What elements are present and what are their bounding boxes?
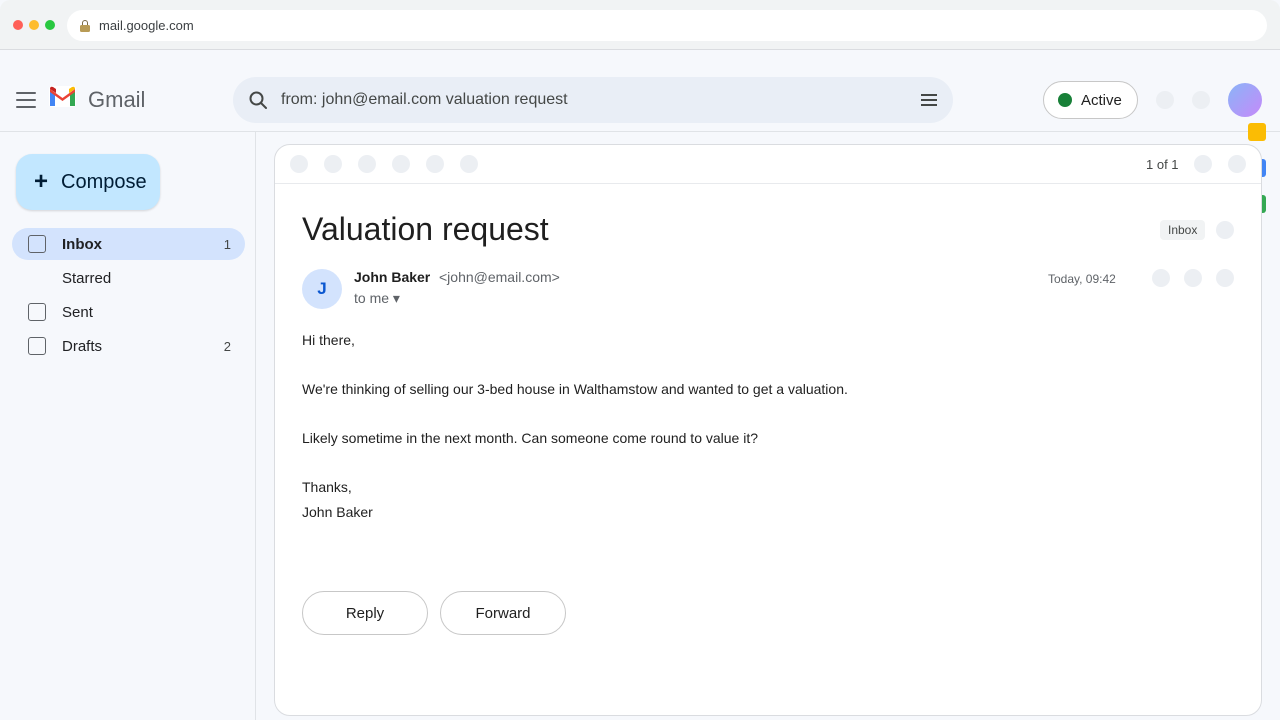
sidebar-item-label: Sent	[62, 304, 93, 321]
account-avatar[interactable]	[1228, 83, 1262, 117]
app-header: Gmail from: john@email.com valuation req…	[0, 68, 1280, 132]
recipient-details[interactable]: to me ▾	[354, 290, 400, 307]
compose-button[interactable]: + Compose	[16, 154, 160, 210]
gmail-logo-icon	[49, 86, 76, 107]
report-spam-icon[interactable]	[358, 155, 376, 173]
older-icon[interactable]	[1228, 155, 1246, 173]
sidebar-item-label: Inbox	[62, 236, 102, 253]
star-icon[interactable]	[1152, 269, 1170, 287]
settings-icon[interactable]	[1192, 91, 1210, 109]
email-body-line: We're thinking of selling our 3-bed hous…	[302, 381, 848, 397]
drafts-count: 2	[223, 339, 231, 354]
search-input[interactable]: from: john@email.com valuation request	[281, 91, 568, 109]
keep-icon[interactable]	[1248, 123, 1266, 141]
reply-icon[interactable]	[1184, 269, 1202, 287]
url-text: mail.google.com	[99, 18, 194, 33]
support-icon[interactable]	[1156, 91, 1174, 109]
address-bar[interactable]: mail.google.com	[67, 10, 1267, 41]
search-bar[interactable]: from: john@email.com valuation request	[233, 77, 953, 123]
sender-email: <john@email.com>	[439, 269, 560, 285]
delete-icon[interactable]	[392, 155, 410, 173]
search-icon[interactable]	[249, 91, 267, 109]
email-body-line: Likely sometime in the next month. Can s…	[302, 430, 759, 446]
print-icon[interactable]	[1216, 221, 1234, 239]
sent-checkbox-icon[interactable]	[28, 303, 46, 321]
sender-name: John Baker	[354, 269, 431, 285]
sidebar: + Compose Inbox 1 Starred Sent Drafts 2	[0, 132, 256, 720]
mark-unread-icon[interactable]	[426, 155, 444, 173]
lock-icon	[80, 19, 90, 32]
email-subject: Valuation request	[302, 211, 549, 247]
plus-icon: +	[34, 168, 49, 195]
sidebar-item-label: Drafts	[62, 338, 103, 355]
email-body-line: John Baker	[302, 504, 373, 520]
status-label: Active	[1081, 91, 1122, 109]
status-dot-icon	[1058, 93, 1072, 107]
more-options-icon[interactable]	[460, 155, 478, 173]
inbox-checkbox-icon[interactable]	[28, 235, 46, 253]
reply-button[interactable]: Reply	[302, 591, 428, 635]
email-toolbar: 1 of 1	[275, 145, 1261, 184]
sidebar-item-drafts[interactable]: Drafts 2	[12, 330, 245, 362]
back-icon[interactable]	[290, 155, 308, 173]
close-window-button[interactable]	[13, 20, 23, 30]
search-options-icon[interactable]	[921, 94, 937, 106]
email-timestamp: Today, 09:42	[1048, 272, 1116, 286]
compose-label: Compose	[61, 170, 147, 193]
sidebar-item-sent[interactable]: Sent	[12, 296, 245, 328]
maximize-window-button[interactable]	[45, 20, 55, 30]
drafts-checkbox-icon[interactable]	[28, 337, 46, 355]
email-body-line: Thanks,	[302, 479, 352, 495]
message-more-icon[interactable]	[1216, 269, 1234, 287]
email-view: 1 of 1 Valuation request Inbox J John Ba…	[274, 144, 1262, 716]
email-body-line: Hi there,	[302, 332, 355, 348]
unread-count: 1	[223, 237, 231, 252]
browser-toolbar: mail.google.com	[0, 0, 1280, 50]
pagination-text: 1 of 1	[1146, 157, 1179, 172]
newer-icon[interactable]	[1194, 155, 1212, 173]
sidebar-item-starred[interactable]: Starred	[12, 262, 245, 294]
status-selector[interactable]: Active	[1043, 81, 1138, 119]
label-badge[interactable]: Inbox	[1160, 220, 1206, 240]
main-menu-icon[interactable]	[16, 92, 36, 108]
minimize-window-button[interactable]	[29, 20, 39, 30]
sidebar-item-label: Starred	[62, 270, 112, 287]
forward-button[interactable]: Forward	[440, 591, 566, 635]
sender-avatar: J	[302, 269, 342, 309]
sidebar-item-inbox[interactable]: Inbox 1	[12, 228, 245, 260]
app-name: Gmail	[88, 87, 146, 112]
archive-icon[interactable]	[324, 155, 342, 173]
